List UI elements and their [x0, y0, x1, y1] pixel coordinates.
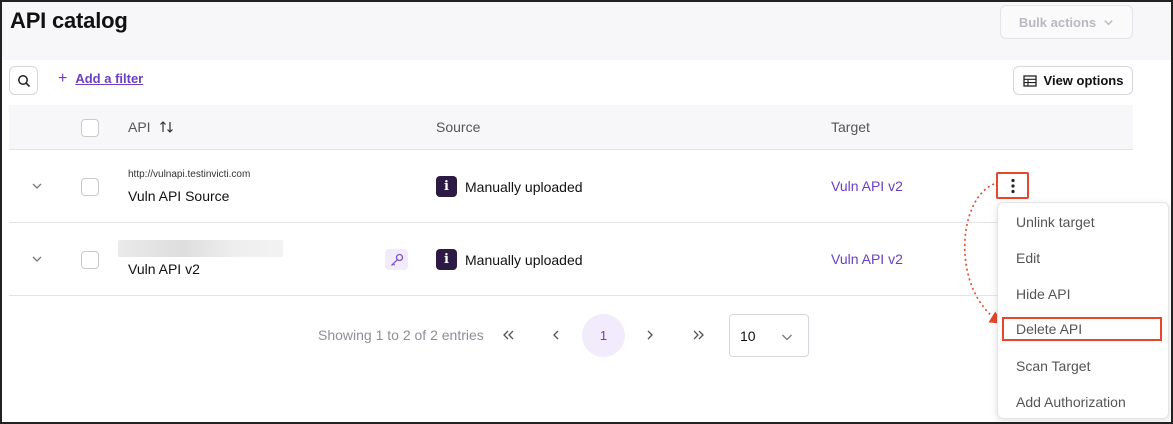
view-options-button[interactable]: View options — [1013, 66, 1133, 95]
next-page-button[interactable] — [639, 324, 661, 346]
menu-item-edit[interactable]: Edit — [998, 240, 1168, 276]
redacted-url — [118, 240, 283, 257]
bulk-actions-button[interactable]: Bulk actions — [1000, 5, 1133, 39]
table-icon — [1022, 74, 1037, 87]
api-column-header[interactable]: API — [128, 119, 175, 135]
target-column-header: Target — [831, 119, 870, 135]
add-filter-label: Add a filter — [75, 71, 144, 86]
chevron-down-icon — [782, 334, 792, 341]
row-checkbox[interactable] — [81, 251, 99, 269]
chevron-left-icon — [553, 330, 559, 340]
menu-item-scan-target[interactable]: Scan Target — [998, 348, 1168, 384]
search-button[interactable] — [9, 66, 38, 95]
plus-icon: + — [58, 69, 68, 87]
menu-item-unlink-target[interactable]: Unlink target — [998, 204, 1168, 240]
target-link[interactable]: Vuln API v2 — [831, 178, 903, 194]
chevron-right-icon — [647, 330, 653, 340]
chevron-down-icon[interactable] — [31, 180, 43, 192]
info-icon: i — [436, 249, 457, 270]
double-chevron-left-icon — [503, 330, 514, 340]
source-cell: i Manually uploaded — [436, 176, 583, 197]
target-link[interactable]: Vuln API v2 — [831, 251, 903, 267]
source-column-header: Source — [436, 119, 481, 135]
add-filter-link[interactable]: + Add a filter — [58, 69, 144, 87]
page-header: API catalog Bulk actions — [2, 2, 1171, 60]
first-page-button[interactable] — [498, 324, 520, 346]
info-icon: i — [436, 176, 457, 197]
row-actions-menu: Unlink target Edit Hide API Delete API S… — [997, 202, 1169, 419]
view-options-label: View options — [1043, 73, 1124, 88]
api-name[interactable]: Vuln API v2 — [128, 261, 200, 277]
previous-page-button[interactable] — [545, 324, 567, 346]
per-page-select[interactable]: 10 — [729, 314, 809, 357]
last-page-button[interactable] — [687, 324, 709, 346]
table-header: API Source Target — [9, 105, 1133, 150]
sort-icon — [159, 121, 173, 133]
menu-item-add-authorization[interactable]: Add Authorization — [998, 384, 1168, 420]
api-name[interactable]: Vuln API Source — [128, 188, 229, 204]
api-column-label: API — [128, 119, 151, 135]
api-url: http://vulnapi.testinvicti.com — [128, 169, 251, 180]
menu-item-hide-api[interactable]: Hide API — [998, 276, 1168, 312]
select-all-checkbox[interactable] — [81, 119, 99, 137]
bulk-actions-label: Bulk actions — [1018, 14, 1097, 30]
chevron-down-icon[interactable] — [31, 253, 43, 265]
source-cell: i Manually uploaded — [436, 249, 583, 270]
row-checkbox[interactable] — [81, 178, 99, 196]
source-label: Manually uploaded — [465, 251, 583, 268]
double-chevron-right-icon — [693, 330, 704, 340]
menu-item-delete-api[interactable]: Delete API — [1002, 317, 1162, 341]
per-page-value: 10 — [740, 328, 756, 344]
app-window: API catalog Bulk actions + Add a filter … — [0, 0, 1173, 424]
key-icon — [390, 253, 403, 266]
search-icon — [17, 74, 30, 87]
current-page[interactable]: 1 — [582, 314, 625, 357]
chevron-down-icon — [1104, 19, 1113, 25]
page-title: API catalog — [10, 8, 128, 33]
authorization-button[interactable] — [385, 249, 408, 270]
pagination-summary: Showing 1 to 2 of 2 entries — [318, 327, 484, 343]
source-label: Manually uploaded — [465, 178, 583, 195]
